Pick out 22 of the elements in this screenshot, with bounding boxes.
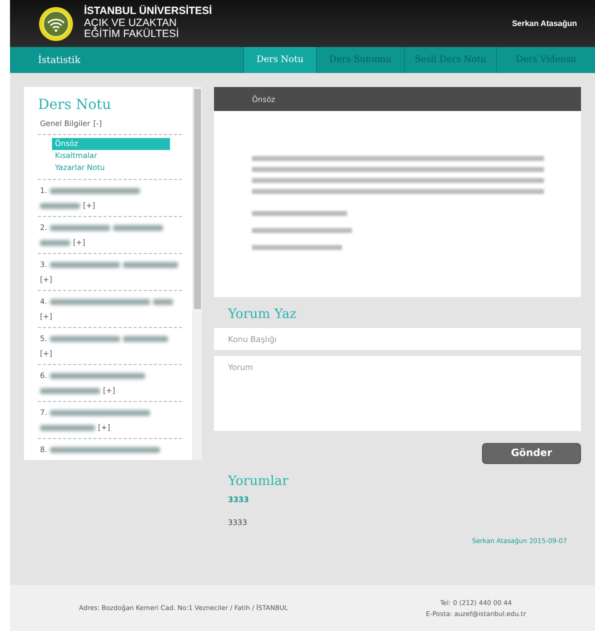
comment-form-title: Yorum Yaz [228, 307, 298, 322]
comments-title: Yorumlar [228, 474, 290, 489]
blurred-text [123, 262, 178, 268]
blurred-text [40, 203, 80, 209]
sidebar-title: Ders Notu [38, 97, 112, 113]
blurred-text [123, 336, 168, 342]
statistics-link[interactable]: İstatistik [10, 47, 243, 73]
scrollbar[interactable] [192, 87, 202, 460]
blurred-text [50, 336, 120, 342]
blurred-text [50, 262, 120, 268]
user-name[interactable]: Serkan Atasağun [512, 19, 577, 28]
faculty-name: İSTANBUL ÜNİVERSİTESİ AÇIK VE UZAKTAN EĞİTİM FAKÜLTESİ [84, 6, 213, 41]
blurred-text [40, 388, 100, 394]
blurred-text [153, 299, 174, 305]
subject-field[interactable]: Konu Başlığı [214, 328, 581, 350]
blurred-text [50, 225, 110, 231]
blurred-text [113, 225, 164, 231]
send-button[interactable]: Gönder [482, 443, 581, 464]
university-logo-icon [38, 6, 74, 42]
blurred-text [40, 240, 70, 246]
comment-field[interactable]: Yorum [214, 356, 581, 431]
blurred-text [40, 425, 95, 431]
